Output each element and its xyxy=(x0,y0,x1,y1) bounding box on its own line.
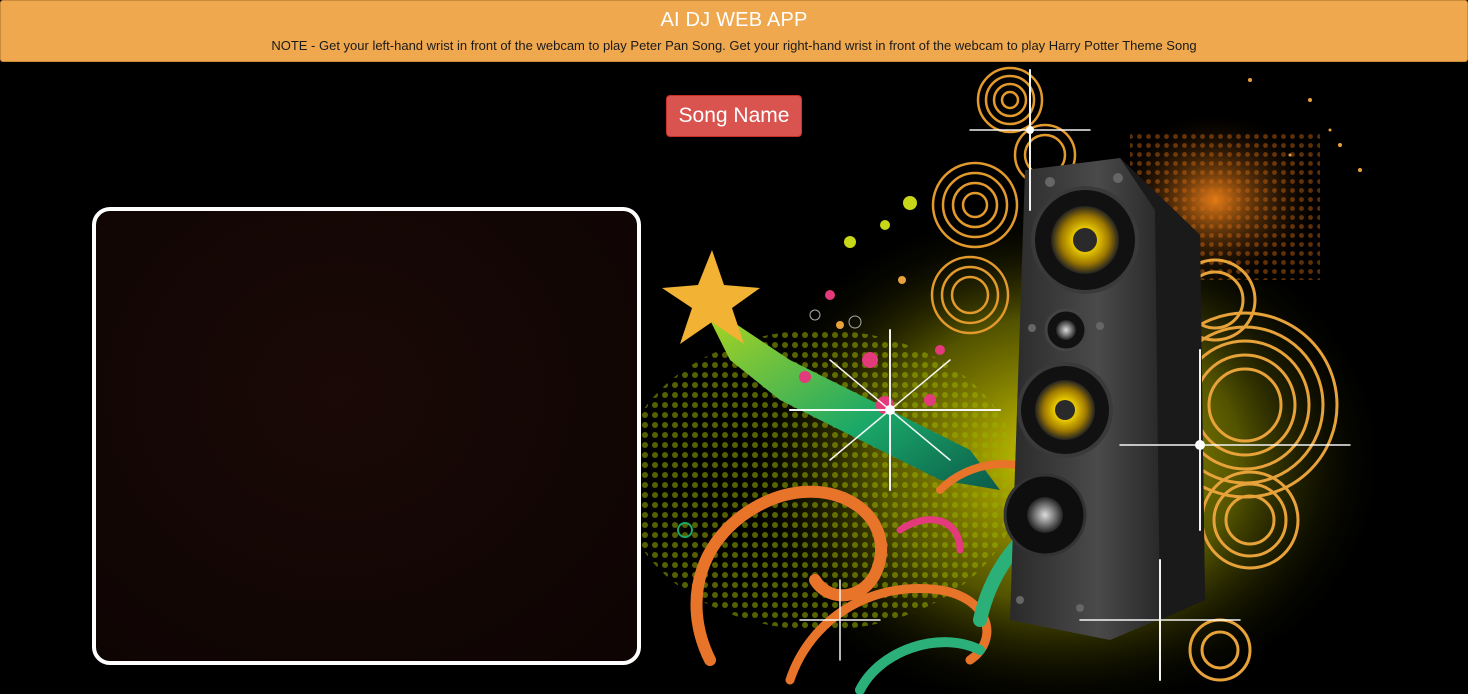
speaker-music-art-icon xyxy=(640,66,1390,694)
page: AI DJ WEB APP NOTE - Get your left-hand … xyxy=(0,0,1468,694)
header-banner: AI DJ WEB APP NOTE - Get your left-hand … xyxy=(0,0,1468,62)
app-title: AI DJ WEB APP xyxy=(660,9,808,31)
instructions-note: NOTE - Get your left-hand wrist in front… xyxy=(271,38,1197,53)
webcam-canvas xyxy=(92,207,641,665)
song-name-button[interactable]: Song Name xyxy=(666,95,802,137)
